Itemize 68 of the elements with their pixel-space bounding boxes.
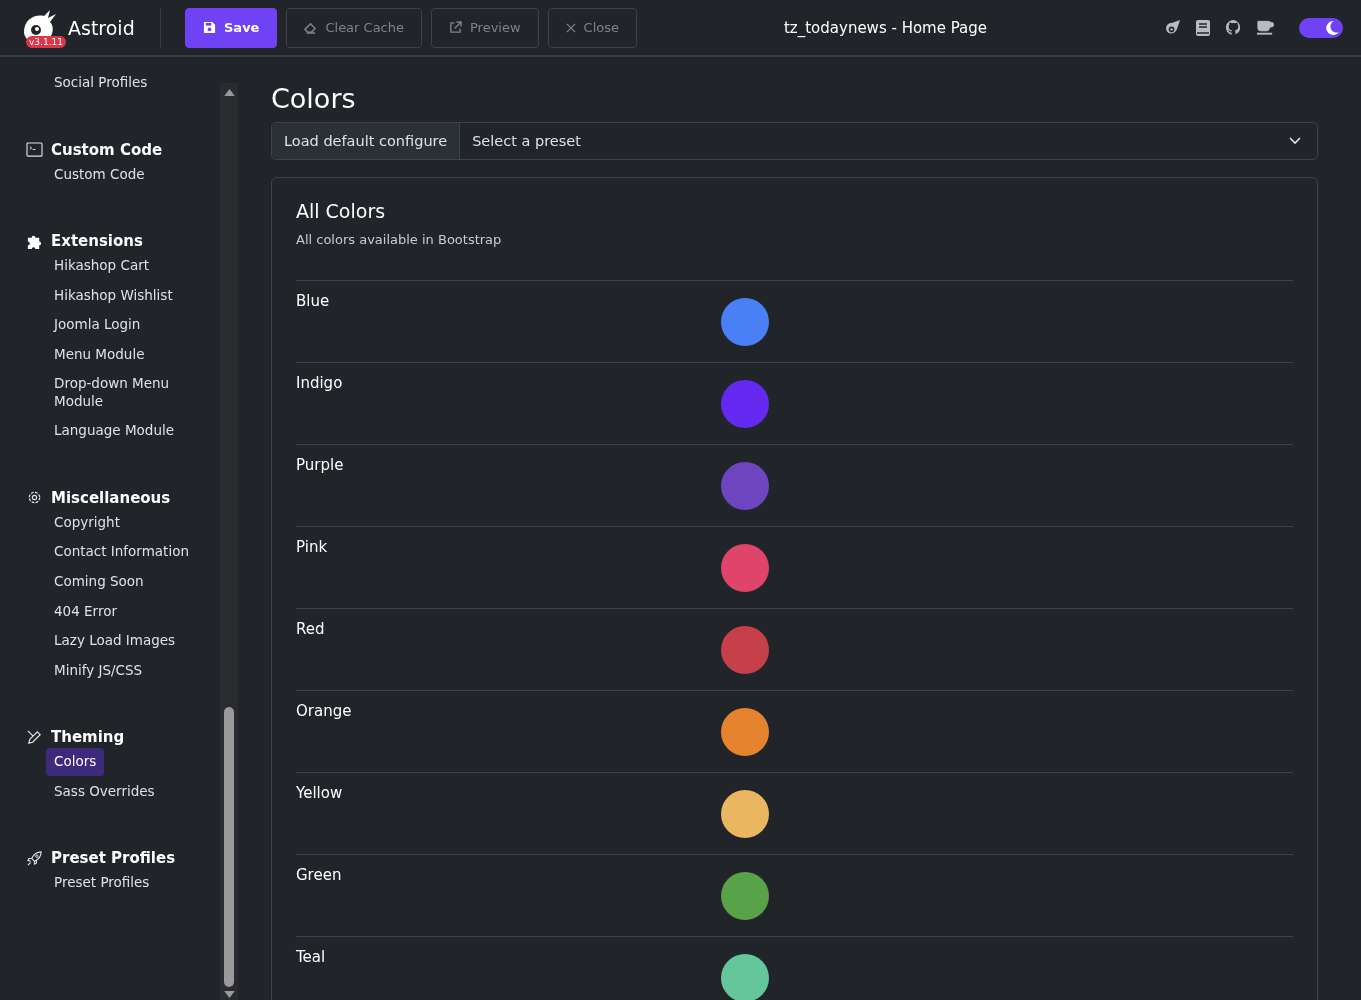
eraser-icon (304, 21, 318, 34)
sidebar-item[interactable]: Coming Soon (46, 568, 152, 596)
dark-mode-toggle[interactable] (1299, 17, 1343, 38)
sidebar-item[interactable]: 404 Error (46, 597, 125, 626)
section-heading: Extensions (51, 232, 143, 251)
color-swatch[interactable] (721, 954, 769, 1000)
color-label: Orange (296, 702, 353, 720)
color-label: Blue (296, 292, 331, 310)
sidebar-item[interactable]: Drop-down Menu Module (46, 370, 197, 416)
sidebar-item[interactable]: Hikashop Wishlist (46, 281, 181, 310)
color-swatch[interactable] (721, 790, 769, 838)
save-icon (203, 21, 216, 34)
coffee-cup-icon[interactable] (1256, 19, 1275, 36)
close-button[interactable]: Close (547, 7, 638, 48)
scrollbar-thumb[interactable] (224, 707, 234, 987)
preset-select[interactable]: Select a preset (460, 123, 1317, 159)
color-swatch[interactable] (721, 626, 769, 674)
scroll-up-icon[interactable] (223, 89, 235, 96)
color-label: Purple (296, 456, 345, 474)
section-heading: Preset Profiles (51, 849, 176, 868)
pencil-icon (26, 728, 43, 746)
sidebar-item[interactable]: Hikashop Cart (46, 252, 157, 280)
external-link-icon (449, 21, 462, 34)
sidebar-item[interactable]: Copyright (46, 508, 128, 537)
moon-icon (1324, 19, 1340, 36)
card-subtitle: All colors available in Bootstrap (296, 232, 503, 247)
sidebar-item[interactable]: Minify JS/CSS (46, 656, 151, 685)
chevron-down-icon (1289, 137, 1301, 145)
color-swatch[interactable] (721, 298, 769, 346)
book-icon[interactable] (1195, 18, 1211, 37)
sidebar-item[interactable]: Social Profiles (46, 69, 156, 97)
clear-cache-button[interactable]: Clear Cache (286, 7, 422, 48)
sidebar-item[interactable]: Joomla Login (46, 311, 149, 339)
color-label: Green (296, 866, 343, 884)
section-heading: Theming (51, 728, 125, 747)
rocket-icon (26, 849, 43, 867)
sidebar-item[interactable]: Language Module (46, 417, 182, 445)
sidebar-item[interactable]: Preset Profiles (46, 869, 158, 897)
color-swatch[interactable] (721, 380, 769, 428)
sidebar-item[interactable]: Menu Module (46, 340, 153, 369)
color-swatch[interactable] (721, 708, 769, 756)
app-name: Astroid (68, 16, 135, 39)
color-swatch[interactable] (721, 544, 769, 592)
section-heading: Miscellaneous (51, 488, 171, 507)
color-label: Pink (296, 538, 329, 556)
color-label: Yellow (296, 784, 344, 802)
scrollbar[interactable] (220, 83, 238, 1000)
sidebar-item[interactable]: Custom Code (46, 160, 153, 189)
color-swatch[interactable] (721, 462, 769, 510)
color-swatch[interactable] (721, 872, 769, 920)
save-button[interactable]: Save (185, 7, 278, 48)
github-icon[interactable] (1225, 19, 1242, 36)
section-heading: Custom Code (51, 140, 163, 159)
sidebar-item[interactable]: Lazy Load Images (46, 627, 184, 655)
close-icon (565, 22, 576, 33)
comet-icon[interactable] (1164, 19, 1181, 36)
card-title: All Colors (296, 200, 387, 222)
scroll-down-icon[interactable] (223, 991, 235, 998)
load-default-button[interactable]: Load default configure (272, 123, 461, 159)
sidebar-item[interactable]: Contact Information (46, 538, 197, 566)
color-label: Teal (296, 948, 327, 966)
color-label: Indigo (296, 374, 344, 392)
color-label: Red (296, 620, 326, 638)
page-heading: Colors (271, 83, 357, 114)
preview-button[interactable]: Preview (431, 7, 539, 48)
sidebar-item[interactable]: Colors (46, 748, 105, 776)
sidebar-item[interactable]: Sass Overrides (46, 777, 163, 806)
terminal-icon (26, 142, 43, 158)
